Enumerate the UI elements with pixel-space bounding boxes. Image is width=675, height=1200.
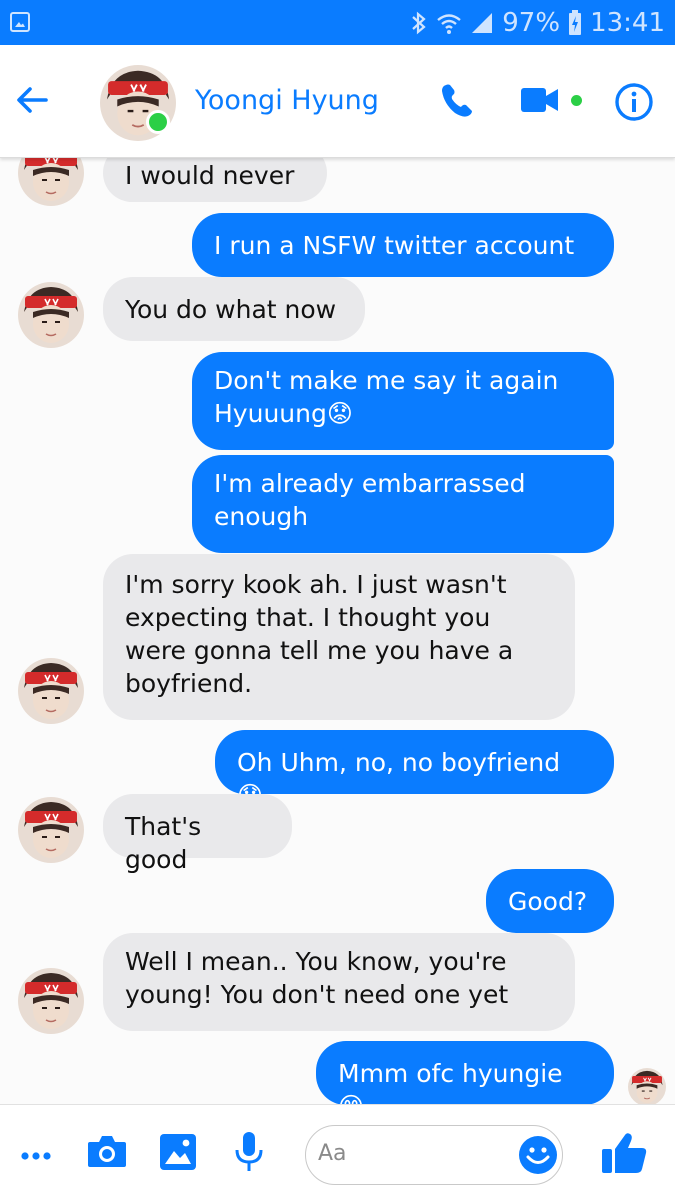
battery-percent: 97%: [502, 7, 561, 38]
seen-receipt-avatar: [628, 1068, 666, 1104]
sender-avatar[interactable]: [18, 658, 84, 724]
signal-icon: [472, 12, 493, 33]
thumbs-up-icon[interactable]: [600, 1131, 648, 1175]
incoming-message[interactable]: You do what now: [103, 277, 365, 341]
message-input-placeholder: Aa: [318, 1141, 347, 1166]
image-icon[interactable]: [159, 1133, 197, 1171]
sender-avatar[interactable]: [18, 797, 84, 863]
incoming-message[interactable]: I'm sorry kook ah. I just wasn't expecti…: [103, 554, 575, 720]
outgoing-message[interactable]: Good?: [486, 869, 614, 933]
outgoing-message[interactable]: I'm already embarrassed enough: [192, 455, 614, 553]
outgoing-message[interactable]: I run a NSFW twitter account: [192, 213, 614, 277]
bluetooth-icon: [412, 11, 426, 34]
more-icon[interactable]: [20, 1140, 52, 1172]
video-camera-icon[interactable]: [520, 83, 560, 117]
contact-name[interactable]: Yoongi Hyung: [195, 85, 379, 116]
incoming-message[interactable]: I would never: [103, 158, 327, 202]
phone-icon[interactable]: [438, 80, 478, 120]
outgoing-message[interactable]: Mmm ofc hyungie 😊: [316, 1041, 614, 1104]
microphone-icon[interactable]: [234, 1130, 264, 1174]
incoming-message[interactable]: Well I mean.. You know, you're young! Yo…: [103, 933, 575, 1031]
video-active-dot: [571, 95, 582, 106]
battery-charging-icon: [569, 9, 582, 35]
gallery-icon: [10, 12, 30, 32]
info-icon[interactable]: [614, 82, 654, 122]
incoming-message[interactable]: That's good: [103, 794, 292, 874]
message-list[interactable]: I would never I run a NSFW twitter accou…: [0, 158, 675, 1104]
status-right: 97% 13:41: [410, 0, 665, 45]
status-bar: 97% 13:41: [0, 0, 675, 45]
outgoing-message[interactable]: Don't make me say it again Hyuuung😟: [192, 352, 614, 450]
conversation-header: Yoongi Hyung: [0, 45, 675, 158]
wifi-icon: [437, 13, 462, 34]
message-input[interactable]: Aa: [305, 1125, 563, 1185]
sender-avatar[interactable]: [18, 968, 84, 1034]
back-arrow-icon[interactable]: [12, 80, 52, 120]
status-time: 13:41: [590, 7, 665, 38]
sender-avatar[interactable]: [18, 282, 84, 348]
sender-avatar[interactable]: [18, 158, 84, 206]
camera-icon[interactable]: [87, 1133, 127, 1169]
online-status-indicator: [146, 110, 170, 134]
outgoing-message[interactable]: Oh Uhm, no, no boyfriend 😟: [215, 730, 614, 810]
composer-bar: Aa: [0, 1104, 675, 1200]
emoji-icon[interactable]: [518, 1135, 558, 1175]
